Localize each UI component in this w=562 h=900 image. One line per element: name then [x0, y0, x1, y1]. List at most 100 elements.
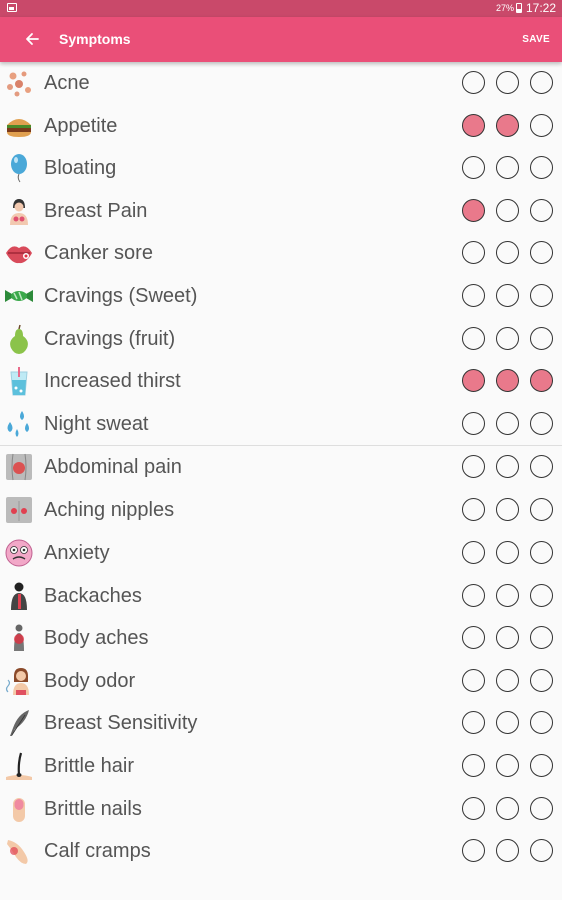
severity-circle-3[interactable]	[530, 369, 553, 393]
acne-icon	[7, 71, 31, 97]
severity-circle-2[interactable]	[496, 668, 519, 692]
clock: 17:22	[525, 1, 556, 15]
severity-circle-2[interactable]	[496, 411, 519, 435]
severity-circle-3[interactable]	[530, 839, 553, 863]
severity-circle-2[interactable]	[496, 241, 519, 265]
list-item: Brittle nails	[0, 788, 562, 831]
severity-circle-1[interactable]	[462, 540, 485, 564]
severity-selector	[451, 326, 553, 350]
severity-circle-1[interactable]	[462, 198, 485, 222]
page-title: Symptoms	[59, 31, 131, 47]
severity-circle-2[interactable]	[496, 71, 519, 94]
severity-circle-2[interactable]	[496, 498, 519, 522]
severity-circle-2[interactable]	[496, 326, 519, 350]
burger-icon	[7, 118, 31, 137]
severity-circle-1[interactable]	[462, 455, 485, 479]
list-item: Night sweat	[0, 403, 562, 446]
back-icon	[11, 582, 27, 610]
severity-circle-3[interactable]	[530, 711, 553, 735]
symptom-label: Body odor	[44, 669, 136, 692]
severity-circle-1[interactable]	[462, 796, 485, 820]
severity-circle-3[interactable]	[530, 411, 553, 435]
severity-circle-1[interactable]	[462, 241, 485, 265]
severity-circle-2[interactable]	[496, 283, 519, 307]
severity-selector	[451, 283, 553, 307]
severity-circle-3[interactable]	[530, 283, 553, 307]
save-button[interactable]: SAVE	[522, 17, 550, 62]
list-item: Breast Pain	[0, 190, 562, 233]
severity-circle-3[interactable]	[530, 241, 553, 265]
status-bar: 27% 17:22	[0, 0, 562, 17]
pear-icon	[10, 324, 28, 354]
severity-circle-3[interactable]	[530, 583, 553, 607]
list-item: Anxiety	[0, 532, 562, 575]
back-arrow-icon[interactable]	[22, 29, 42, 49]
severity-circle-2[interactable]	[496, 796, 519, 820]
severity-circle-1[interactable]	[462, 113, 485, 137]
severity-selector	[451, 455, 553, 479]
severity-circle-3[interactable]	[530, 626, 553, 650]
symptom-label: Anxiety	[44, 541, 110, 564]
severity-circle-1[interactable]	[462, 583, 485, 607]
body-icon	[14, 624, 24, 652]
severity-circle-3[interactable]	[530, 71, 553, 94]
list-item: Abdominal pain	[0, 445, 562, 489]
severity-circle-3[interactable]	[530, 796, 553, 820]
drink-icon	[10, 367, 28, 396]
severity-circle-1[interactable]	[462, 668, 485, 692]
severity-circle-3[interactable]	[530, 455, 553, 479]
severity-circle-2[interactable]	[496, 369, 519, 393]
symptom-label: Backaches	[44, 584, 142, 607]
severity-circle-3[interactable]	[530, 668, 553, 692]
hair-icon	[6, 752, 32, 780]
symptom-label: Increased thirst	[44, 370, 181, 393]
breast-pain-icon	[10, 198, 28, 225]
nail-icon	[13, 797, 25, 822]
severity-circle-1[interactable]	[462, 711, 485, 735]
severity-circle-1[interactable]	[462, 326, 485, 350]
severity-circle-1[interactable]	[462, 626, 485, 650]
list-item: Canker sore	[0, 232, 562, 275]
severity-circle-2[interactable]	[496, 198, 519, 222]
symptom-label: Bloating	[44, 157, 117, 180]
severity-circle-1[interactable]	[462, 753, 485, 777]
severity-circle-1[interactable]	[462, 839, 485, 863]
severity-circle-3[interactable]	[530, 113, 553, 137]
list-item: Cravings (fruit)	[0, 318, 562, 361]
app-bar: Symptoms SAVE	[0, 17, 562, 62]
symptom-label: Body aches	[44, 627, 149, 650]
severity-circle-2[interactable]	[496, 626, 519, 650]
severity-circle-2[interactable]	[496, 839, 519, 863]
severity-circle-1[interactable]	[462, 156, 485, 180]
severity-circle-3[interactable]	[530, 156, 553, 180]
severity-circle-2[interactable]	[496, 540, 519, 564]
severity-circle-1[interactable]	[462, 283, 485, 307]
severity-circle-3[interactable]	[530, 540, 553, 564]
severity-circle-2[interactable]	[496, 113, 519, 137]
severity-selector	[451, 198, 553, 222]
severity-circle-1[interactable]	[462, 498, 485, 522]
list-item: Body aches	[0, 617, 562, 660]
severity-selector	[451, 156, 553, 180]
severity-selector	[451, 369, 553, 393]
severity-circle-3[interactable]	[530, 498, 553, 522]
severity-circle-2[interactable]	[496, 156, 519, 180]
severity-circle-1[interactable]	[462, 411, 485, 435]
candy-icon	[5, 289, 33, 302]
symptom-label: Breast Pain	[44, 199, 148, 222]
severity-circle-2[interactable]	[496, 711, 519, 735]
severity-circle-2[interactable]	[496, 455, 519, 479]
severity-circle-3[interactable]	[530, 198, 553, 222]
severity-circle-2[interactable]	[496, 583, 519, 607]
severity-circle-2[interactable]	[496, 753, 519, 777]
severity-circle-1[interactable]	[462, 369, 485, 393]
symptom-label: Brittle nails	[44, 797, 142, 820]
battery-percent: 27%	[495, 3, 514, 13]
sweat-drops-icon	[7, 410, 29, 437]
list-item: Bloating	[0, 147, 562, 190]
list-item: Aching nipples	[0, 489, 562, 532]
severity-circle-3[interactable]	[530, 326, 553, 350]
nipples-icon	[6, 497, 32, 524]
severity-circle-1[interactable]	[462, 71, 485, 94]
severity-circle-3[interactable]	[530, 753, 553, 777]
